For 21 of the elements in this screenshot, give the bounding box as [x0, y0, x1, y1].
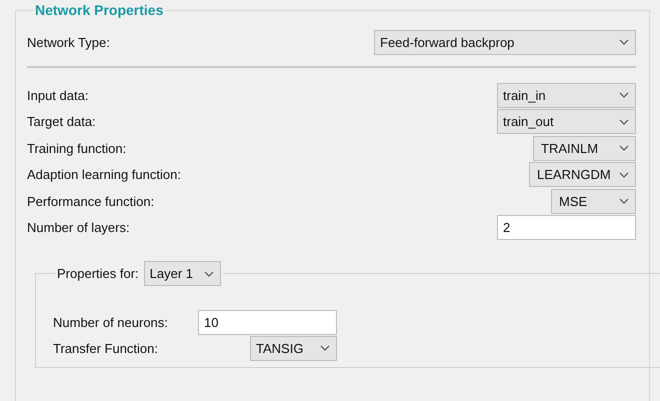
- field-label: Target data:: [27, 114, 96, 130]
- dropdown[interactable]: MSE: [551, 188, 636, 214]
- dropdown[interactable]: TANSIG: [250, 336, 337, 360]
- layer-dropdown[interactable]: Layer 1: [144, 261, 221, 286]
- field-label: Input data:: [27, 88, 88, 103]
- dropdown[interactable]: train_in: [497, 82, 636, 108]
- input-field[interactable]: 2: [497, 215, 636, 240]
- field-label: Number of layers:: [27, 220, 130, 236]
- field-label: Performance function:: [27, 194, 154, 209]
- field-label: Network Type:: [27, 34, 110, 50]
- dropdown[interactable]: LEARNGDM: [529, 162, 636, 188]
- network-type-dropdown[interactable]: Feed-forward backprop: [374, 30, 636, 54]
- field-label: Number of neurons:: [53, 314, 169, 330]
- field-label: Training function:: [27, 140, 126, 156]
- dropdown[interactable]: TRAINLM: [533, 136, 636, 161]
- dropdown[interactable]: train_out: [497, 109, 636, 134]
- input-field[interactable]: 10: [198, 310, 337, 334]
- field-label: Transfer Function:: [53, 340, 160, 356]
- panel-title: Network Properties: [34, 2, 164, 18]
- group-label: Properties for:: [57, 266, 139, 281]
- field-label: Adaption learning function:: [27, 167, 181, 182]
